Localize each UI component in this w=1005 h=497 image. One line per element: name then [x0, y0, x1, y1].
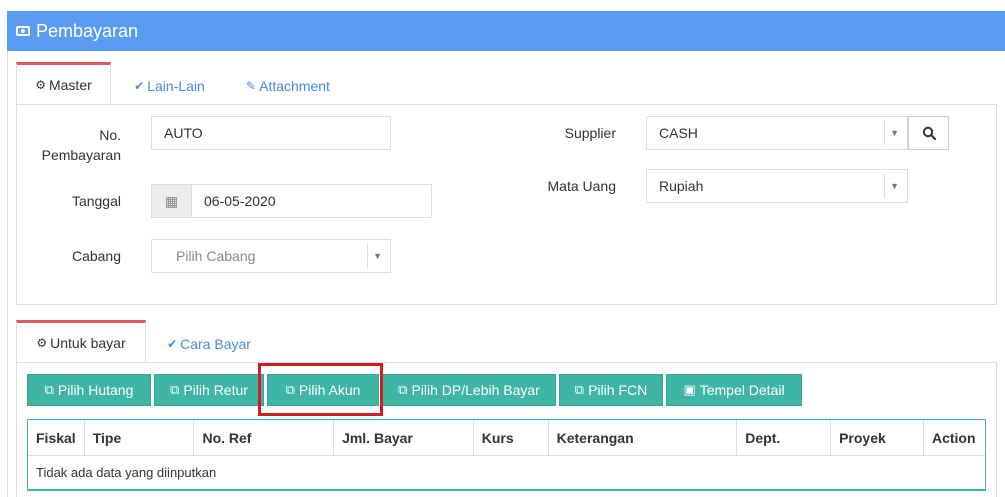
tanggal-label: Tanggal — [71, 193, 121, 209]
supplier-select[interactable]: CASH ▼ — [646, 116, 908, 150]
table-header-row: Fiskal Tipe No. Ref Jml. Bayar Kurs Kete… — [27, 419, 987, 456]
chevron-down-icon: ▼ — [373, 251, 382, 261]
page-title: Pembayaran — [36, 20, 139, 41]
chevron-down-icon: ▼ — [890, 128, 899, 138]
copy-icon: ⧉ — [170, 382, 180, 397]
column-header: Fiskal — [27, 419, 85, 456]
tanggal-field[interactable]: 06-05-2020 — [191, 184, 432, 218]
copy-icon: ⧉ — [398, 382, 408, 397]
column-header: Kurs — [472, 419, 549, 456]
column-header: Proyek — [830, 419, 924, 456]
cabang-select[interactable]: Pilih Cabang ▼ — [151, 239, 391, 273]
search-icon — [922, 126, 936, 140]
supplier-search-button[interactable] — [908, 116, 949, 150]
tab-master[interactable]: ⚙ Master — [16, 62, 111, 105]
no-pembayaran-field[interactable]: AUTO — [151, 116, 391, 150]
detail-table: Fiskal Tipe No. Ref Jml. Bayar Kurs Kete… — [27, 419, 987, 490]
chevron-down-icon: ▼ — [890, 181, 899, 191]
no-pembayaran-label: No. Pembayaran — [41, 127, 121, 163]
column-header: Jml. Bayar — [333, 419, 474, 456]
copy-icon: ⧉ — [574, 382, 585, 397]
column-header: Action — [922, 419, 987, 456]
mata-uang-label: Mata Uang — [547, 178, 616, 194]
column-header: Dept. — [736, 419, 832, 456]
pilih-dp-lebih-bayar-button[interactable]: ⧉ Pilih DP/Lebih Bayar — [382, 374, 556, 406]
paperclip-icon: ✎ — [246, 78, 257, 93]
tab-cara-bayar[interactable]: ✔ Cara Bayar — [157, 322, 261, 365]
mata-uang-select[interactable]: Rupiah ▼ — [646, 169, 908, 203]
cogs-icon: ⚙ — [35, 77, 46, 92]
check-circle-icon: ✔ — [167, 336, 178, 351]
supplier-label: Supplier — [564, 125, 616, 141]
page-header: Pembayaran — [7, 11, 1005, 51]
money-icon — [16, 26, 30, 36]
tab-untuk-bayar[interactable]: ⚙ Untuk bayar — [16, 320, 146, 363]
calendar-icon[interactable]: ▦ — [151, 184, 192, 218]
highlight-box — [258, 363, 383, 416]
table-row: Tidak ada data yang diinputkan — [27, 455, 986, 490]
pilih-fcn-button[interactable]: ⧉ Pilih FCN — [559, 374, 663, 406]
column-header: No. Ref — [193, 419, 335, 456]
column-header: Tipe — [83, 419, 195, 456]
paste-icon: ▣ — [683, 382, 696, 397]
pilih-hutang-button[interactable]: ⧉ Pilih Hutang — [27, 374, 151, 406]
column-header: Keterangan — [547, 419, 738, 456]
cabang-label: Cabang — [71, 248, 121, 264]
tempel-detail-button[interactable]: ▣ Tempel Detail — [666, 374, 802, 406]
tab-attachment[interactable]: ✎ Attachment — [232, 64, 344, 107]
empty-message: Tidak ada data yang diinputkan — [27, 455, 986, 490]
check-circle-icon: ✔ — [134, 78, 145, 93]
tab-lain-lain[interactable]: ✔ Lain-Lain — [122, 64, 217, 107]
copy-icon: ⧉ — [44, 382, 54, 397]
cogs-icon: ⚙ — [36, 335, 48, 350]
pilih-retur-button[interactable]: ⧉ Pilih Retur — [154, 374, 264, 406]
